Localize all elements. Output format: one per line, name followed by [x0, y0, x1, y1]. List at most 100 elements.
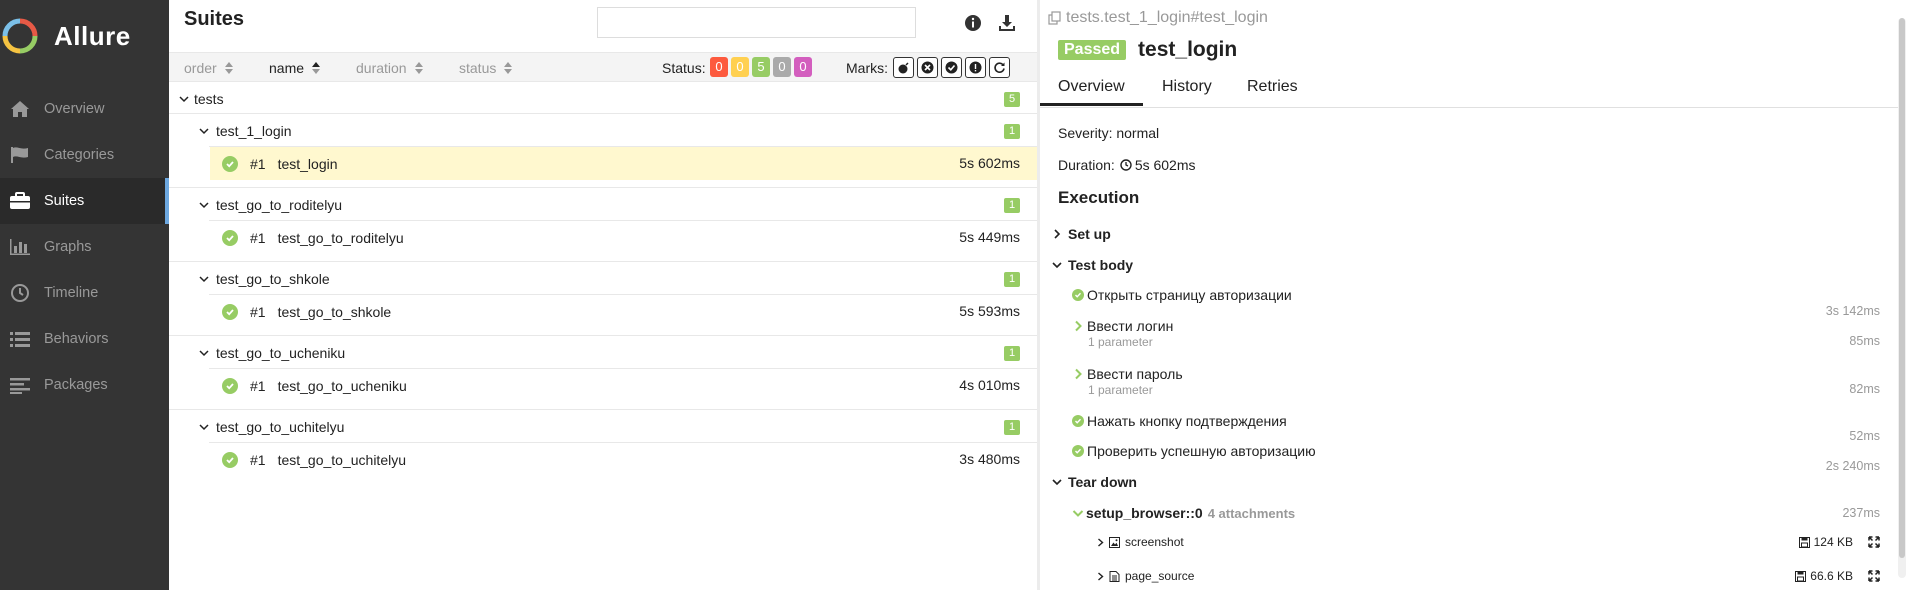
page-title: Suites [184, 8, 245, 30]
clock-icon [8, 281, 32, 305]
test-case-row[interactable]: #1 test_go_to_ucheniku 4s 010ms [210, 369, 1037, 402]
setup-section[interactable]: Set up [1052, 226, 1111, 242]
sidebar-item-behaviors[interactable]: Behaviors [0, 316, 169, 362]
tree-group-name: test_go_to_uchitelyu [216, 419, 345, 435]
divider [169, 335, 1037, 336]
home-icon [8, 97, 32, 121]
teardown-section[interactable]: Tear down [1052, 474, 1137, 490]
test-case-row[interactable]: #1 test_go_to_uchitelyu 3s 480ms [210, 443, 1037, 476]
status-unknown-toggle[interactable]: 0 [794, 57, 812, 77]
tab-retries[interactable]: Retries [1247, 78, 1298, 96]
align-left-icon [8, 373, 32, 397]
scrollbar-thumb[interactable] [1899, 18, 1905, 558]
new-failed-mark-button[interactable] [917, 57, 938, 78]
sort-status[interactable]: status [459, 60, 513, 76]
sidebar-item-label: Overview [44, 101, 105, 117]
test-case-row[interactable]: #1 test_go_to_shkole 5s 593ms [210, 295, 1037, 328]
step-row[interactable]: Проверить успешную авторизацию [1072, 443, 1316, 459]
step-row[interactable]: Открыть страницу авторизации [1072, 287, 1292, 303]
marks-filter [893, 57, 1010, 78]
sort-order-label: order [184, 60, 217, 76]
chevron-right-icon [1075, 320, 1082, 332]
test-body-section[interactable]: Test body [1052, 257, 1133, 273]
search-input[interactable] [597, 7, 916, 38]
test-case-row[interactable]: #1 test_go_to_roditelyu 5s 449ms [210, 221, 1037, 254]
sort-status-label: status [459, 60, 497, 76]
retries-mark-button[interactable] [989, 57, 1010, 78]
attachment-row[interactable]: screenshot [1096, 535, 1184, 549]
tree-group-row[interactable]: test_1_login 1 [169, 120, 1037, 142]
attachment-row[interactable]: page_source [1096, 569, 1194, 583]
tree-group-name: test_go_to_shkole [216, 271, 330, 287]
tree-group-row[interactable]: test_go_to_shkole 1 [169, 268, 1037, 290]
expand-icon[interactable] [1868, 536, 1880, 548]
sort-arrows-icon [224, 62, 233, 74]
sort-name-label: name [269, 60, 305, 76]
passed-check-icon [1072, 415, 1084, 427]
brand[interactable]: Allure [0, 0, 169, 72]
step-duration: 2s 240ms [1825, 459, 1880, 473]
sort-order[interactable]: order [184, 60, 233, 76]
step-row[interactable]: Ввести логин [1072, 318, 1173, 334]
text-file-icon [1109, 570, 1120, 582]
tab-overview[interactable]: Overview [1040, 78, 1143, 106]
sidebar-item-label: Packages [44, 377, 108, 393]
tree-root-tests[interactable]: tests 5 [169, 88, 1037, 110]
test-title-row: Passed test_login [1058, 38, 1237, 62]
tree-group-row[interactable]: test_go_to_ucheniku 1 [169, 342, 1037, 364]
tree-group-row[interactable]: test_go_to_roditelyu 1 [169, 194, 1037, 216]
suites-panel: Suites order name duration status Status… [169, 0, 1037, 590]
status-broken-toggle[interactable]: 0 [731, 57, 749, 77]
new-broken-mark-button[interactable] [965, 57, 986, 78]
sort-arrows-icon [414, 62, 423, 74]
tree-group-name: test_go_to_roditelyu [216, 197, 343, 213]
group-count-badge: 1 [1004, 346, 1020, 361]
group-count-badge: 5 [1004, 92, 1020, 107]
test-case-duration: 5s 602ms [959, 155, 1020, 171]
sidebar-item-label: Timeline [44, 285, 99, 301]
divider [169, 409, 1037, 410]
new-passed-mark-button[interactable] [941, 57, 962, 78]
test-case-duration: 4s 010ms [959, 377, 1020, 393]
breadcrumb[interactable]: tests.test_1_login#test_login [1048, 9, 1268, 27]
download-icon[interactable] [996, 12, 1018, 34]
step-row[interactable]: Нажать кнопку подтверждения [1072, 413, 1287, 429]
status-passed-toggle[interactable]: 5 [752, 57, 770, 77]
sort-duration[interactable]: duration [356, 60, 423, 76]
attachment-size-value: 66.6 KB [1810, 569, 1853, 583]
step-row[interactable]: Ввести пароль [1072, 366, 1183, 382]
chevron-down-icon [199, 276, 209, 283]
sidebar-item-packages[interactable]: Packages [0, 362, 169, 408]
test-case-number: #1 [250, 377, 266, 394]
status-filter-counters: 0 0 5 0 0 [710, 57, 812, 77]
sidebar-item-graphs[interactable]: Graphs [0, 224, 169, 270]
test-case-row-selected[interactable]: #1 test_login 5s 602ms [210, 147, 1037, 180]
test-case-duration: 3s 480ms [959, 451, 1020, 467]
test-case-duration: 5s 593ms [959, 303, 1020, 319]
attachment-name: screenshot [1125, 535, 1184, 549]
copy-icon [1048, 11, 1061, 25]
nav-menu: Overview Categories Suites Graphs Timeli… [0, 86, 169, 408]
info-icon[interactable] [962, 12, 984, 34]
bomb-icon [898, 62, 909, 74]
status-skipped-toggle[interactable]: 0 [773, 57, 791, 77]
tab-history[interactable]: History [1162, 78, 1212, 96]
save-icon [1795, 570, 1807, 582]
scrollbar[interactable] [1898, 18, 1906, 578]
expand-icon[interactable] [1868, 570, 1880, 582]
marks-filter-label: Marks: [846, 60, 888, 76]
sort-duration-label: duration [356, 60, 407, 76]
status-failed-toggle[interactable]: 0 [710, 57, 728, 77]
tree-group-row[interactable]: test_go_to_uchitelyu 1 [169, 416, 1037, 438]
sidebar-item-categories[interactable]: Categories [0, 132, 169, 178]
step-duration: 3s 142ms [1825, 304, 1880, 318]
test-case-number: #1 [250, 155, 266, 172]
sidebar-item-suites[interactable]: Suites [0, 178, 169, 224]
flaky-mark-button[interactable] [893, 57, 914, 78]
fixture-attachments-count: 4 attachments [1207, 505, 1296, 521]
fixture-row[interactable]: setup_browser::0 4 attachments [1072, 505, 1295, 521]
sort-name[interactable]: name [269, 60, 321, 76]
sidebar-item-overview[interactable]: Overview [0, 86, 169, 132]
fixture-name: setup_browser::0 [1086, 505, 1203, 521]
sidebar-item-timeline[interactable]: Timeline [0, 270, 169, 316]
